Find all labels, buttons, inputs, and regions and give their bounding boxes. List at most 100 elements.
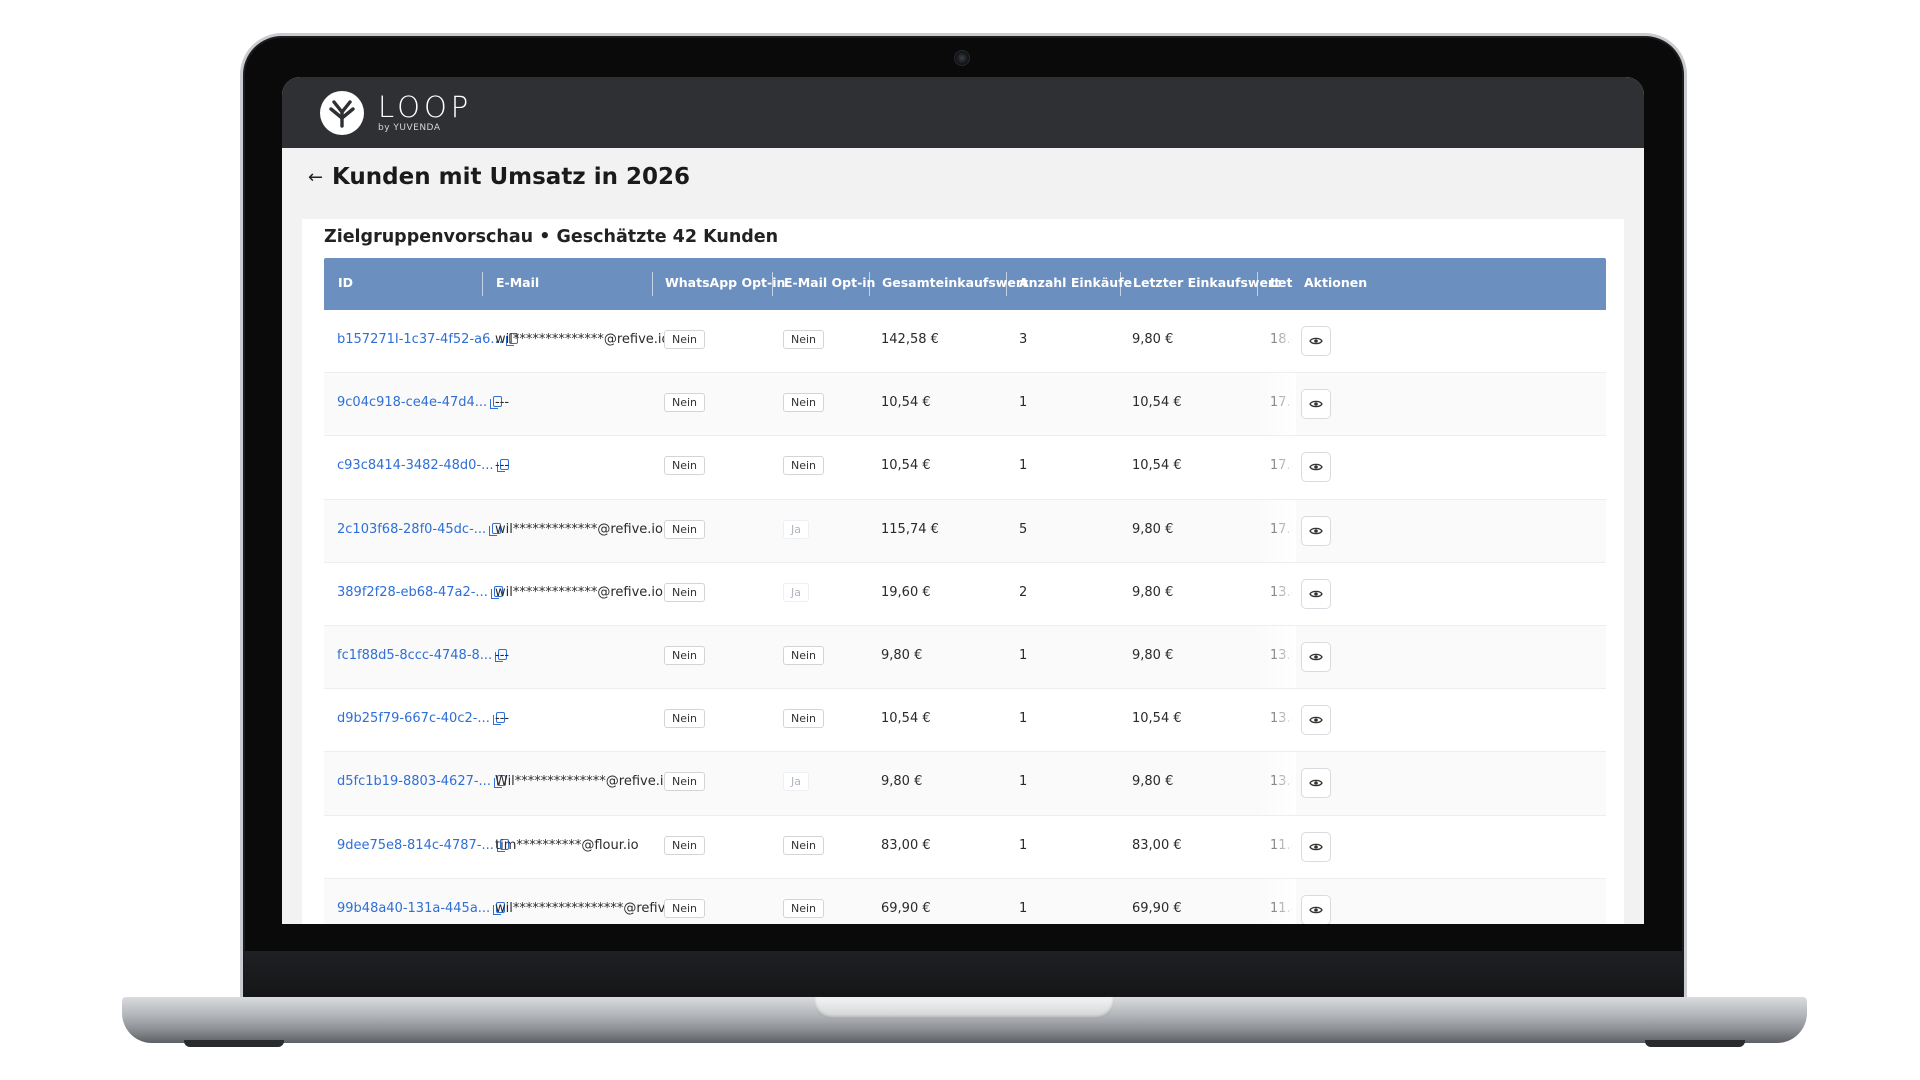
column-fade — [1256, 499, 1296, 562]
last-value-cell: 69,90 € — [1132, 900, 1182, 916]
table-row[interactable]: b157271I-1c37-4f52-a6... wil*************… — [324, 310, 1606, 374]
view-customer-button[interactable] — [1301, 452, 1331, 483]
last-value-cell: 9,80 € — [1132, 521, 1174, 537]
view-customer-button[interactable] — [1301, 768, 1331, 799]
email-cell: --- — [495, 711, 510, 727]
column-fade — [1256, 562, 1296, 625]
email-cell: --- — [495, 458, 510, 474]
email-optin-badge: Nein — [783, 835, 825, 855]
column-fade — [1256, 310, 1296, 373]
view-customer-button[interactable] — [1301, 894, 1331, 924]
column-header-email[interactable]: E-Mail — [496, 275, 539, 290]
page-title: Kunden mit Umsatz in 2026 — [332, 164, 690, 190]
email-cell: tim**********@flour.io — [495, 837, 639, 853]
whatsapp-optin-badge: Nein — [664, 582, 706, 602]
email-cell: wil*************@refive.io — [495, 584, 663, 600]
email-optin-cell: Nein — [783, 835, 825, 855]
column-header-id[interactable]: ID — [338, 275, 353, 290]
last-value-cell: 10,54 € — [1132, 395, 1182, 411]
whatsapp-optin-cell: Nein — [664, 582, 706, 602]
eye-icon — [1309, 843, 1323, 850]
customer-id-link[interactable]: 9dee75e8-814c-4787-... — [337, 838, 494, 853]
table-row[interactable]: fc1f88d5-8ccc-4748-8... --- Nein Nein 9,80 €… — [324, 625, 1606, 690]
view-customer-button[interactable] — [1301, 831, 1331, 862]
view-customer-button[interactable] — [1301, 641, 1331, 672]
column-header-purchase-count[interactable]: Anzahl Einkäufe — [1019, 275, 1132, 290]
view-customer-button[interactable] — [1301, 389, 1331, 420]
email-optin-cell: Nein — [783, 709, 825, 729]
last-value-cell: 10,54 € — [1132, 458, 1182, 474]
column-fade — [1256, 815, 1296, 878]
customer-id-cell[interactable]: c93c8414-3482-48d0-... — [337, 458, 509, 473]
view-customer-button[interactable] — [1301, 515, 1331, 546]
table-row[interactable]: d9b25f79-667c-40c2-... --- Nein Nein 10,54 €… — [324, 689, 1606, 753]
column-header-last-value[interactable]: Letzter Einkaufswert — [1133, 275, 1280, 290]
table-row[interactable]: 9c04c918-ce4e-47d4... --- Nein Nein 10,54 € 1… — [324, 373, 1606, 437]
eye-icon — [1309, 653, 1323, 661]
column-divider — [869, 272, 870, 296]
column-divider — [482, 272, 483, 296]
table-row[interactable]: 389f2f28-eb68-47a2-... wil*************@r… — [324, 562, 1606, 626]
column-header-whatsapp-optin[interactable]: WhatsApp Opt-in — [665, 275, 785, 290]
column-header-email-optin[interactable]: E-Mail Opt-in — [784, 275, 875, 290]
column-fade — [1256, 752, 1296, 815]
email-optin-badge: Ja — [783, 519, 809, 539]
page-title-row: ← Kunden mit Umsatz in 2026 — [282, 152, 1644, 202]
loop-logo-icon[interactable] — [320, 90, 364, 135]
purchase-count-cell: 1 — [1019, 458, 1028, 474]
customer-id-link[interactable]: b157271I-1c37-4f52-a6... — [337, 332, 503, 347]
whatsapp-optin-badge: Nein — [664, 330, 706, 349]
email-cell: wil*************@refive.io — [495, 521, 663, 537]
whatsapp-optin-badge: Nein — [664, 645, 706, 665]
customer-id-link[interactable]: d9b25f79-667c-40c2-... — [337, 711, 490, 726]
table-row[interactable]: 99b48a40-131a-445a... wil****************… — [324, 878, 1606, 924]
customer-id-link[interactable]: 99b48a40-131a-445a... — [337, 901, 490, 916]
view-customer-button[interactable] — [1301, 705, 1331, 736]
purchase-count-cell: 1 — [1019, 647, 1028, 663]
column-header-last-date[interactable]: Letz — [1270, 275, 1292, 290]
table-header: ID E-Mail WhatsApp Opt-in E-Mail Opt-in … — [324, 258, 1606, 310]
view-customer-button[interactable] — [1301, 578, 1331, 609]
whatsapp-optin-cell: Nein — [664, 835, 706, 855]
customer-id-cell[interactable]: d9b25f79-667c-40c2-... — [337, 711, 505, 726]
column-divider — [772, 272, 773, 296]
customer-id-link[interactable]: c93c8414-3482-48d0-... — [337, 458, 494, 473]
customer-id-link[interactable]: d5fc1b19-8803-4627-... — [337, 774, 491, 789]
audience-preview-card: Zielgruppenvorschau • Geschätzte 42 Kund… — [302, 219, 1624, 924]
email-optin-cell: Nein — [783, 898, 825, 918]
email-cell: --- — [495, 647, 510, 663]
customer-id-link[interactable]: fc1f88d5-8ccc-4748-8... — [337, 648, 492, 663]
column-divider — [1006, 272, 1007, 296]
whatsapp-optin-cell: Nein — [664, 330, 706, 349]
customer-id-cell[interactable]: 389f2f28-eb68-47a2-... — [337, 585, 503, 600]
view-customer-button[interactable] — [1301, 326, 1331, 356]
table-row[interactable]: 9dee75e8-814c-4787-... tim**********@flou… — [324, 815, 1606, 879]
purchase-count-cell: 1 — [1019, 900, 1028, 916]
laptop-notch — [814, 997, 1114, 1019]
customer-id-cell[interactable]: fc1f88d5-8ccc-4748-8... — [337, 648, 508, 663]
email-optin-cell: Ja — [783, 582, 809, 602]
whatsapp-optin-badge: Nein — [664, 772, 706, 792]
customer-id-link[interactable]: 2c103f68-28f0-45dc-... — [337, 522, 486, 537]
purchase-count-cell: 1 — [1019, 774, 1028, 790]
customer-id-cell[interactable]: 99b48a40-131a-445a... — [337, 901, 506, 916]
customer-id-cell[interactable]: b157271I-1c37-4f52-a6... — [337, 332, 518, 347]
table-row[interactable]: d5fc1b19-8803-4627-... Wil**************@… — [324, 752, 1606, 816]
customer-id-link[interactable]: 389f2f28-eb68-47a2-... — [337, 585, 488, 600]
eye-icon — [1309, 590, 1323, 598]
whatsapp-optin-badge: Nein — [664, 519, 706, 539]
table-row[interactable]: c93c8414-3482-48d0-... --- Nein Nein 10,54 €… — [324, 436, 1606, 500]
customer-id-cell[interactable]: d5fc1b19-8803-4627-... — [337, 774, 506, 789]
column-fade — [1256, 689, 1296, 752]
email-optin-badge: Ja — [783, 582, 809, 602]
whatsapp-optin-badge: Nein — [664, 835, 706, 855]
customer-id-cell[interactable]: 9c04c918-ce4e-47d4... — [337, 395, 503, 410]
whatsapp-optin-cell: Nein — [664, 709, 706, 729]
email-optin-cell: Ja — [783, 519, 809, 539]
customer-id-link[interactable]: 9c04c918-ce4e-47d4... — [337, 395, 487, 410]
table-row[interactable]: 2c103f68-28f0-45dc-... wil*************@r… — [324, 499, 1606, 563]
whatsapp-optin-badge: Nein — [664, 456, 706, 476]
customer-id-cell[interactable]: 9dee75e8-814c-4787-... — [337, 838, 509, 853]
back-arrow-icon[interactable]: ← — [308, 167, 330, 188]
customer-id-cell[interactable]: 2c103f68-28f0-45dc-... — [337, 522, 502, 537]
